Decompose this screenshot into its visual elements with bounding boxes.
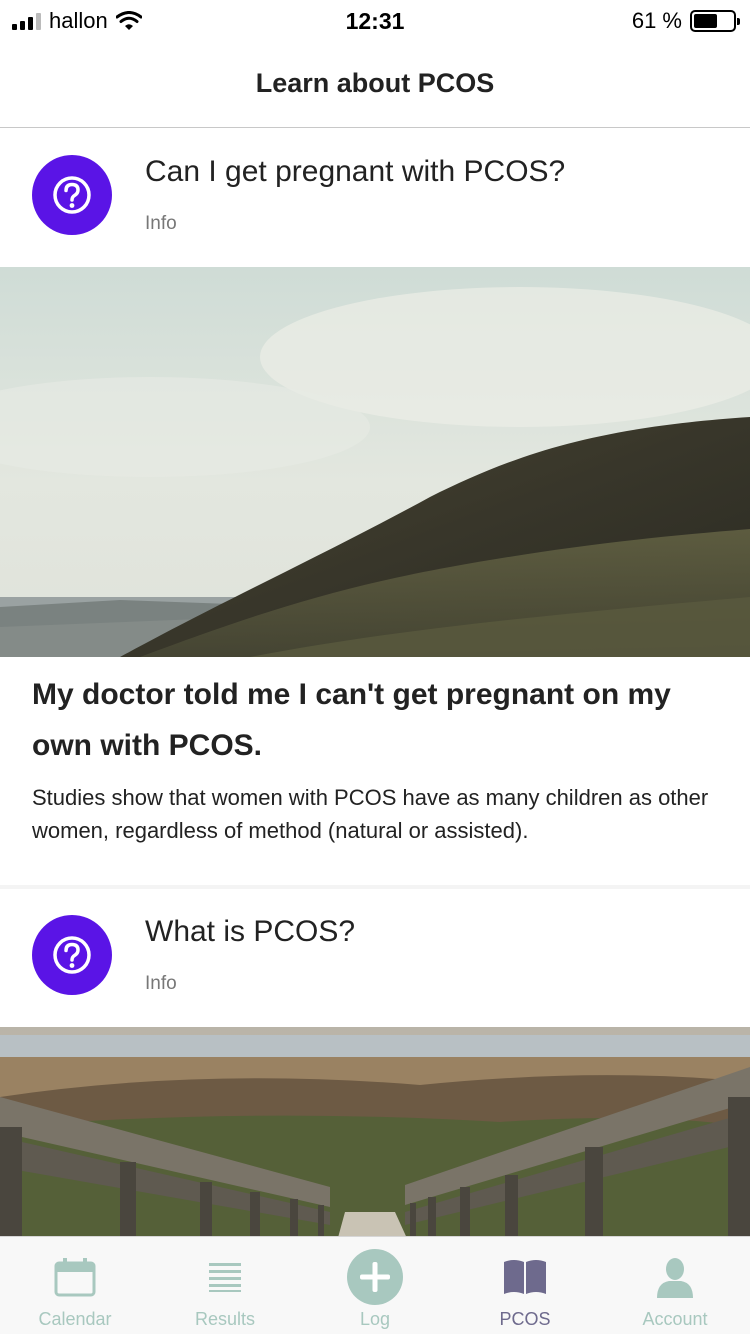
card-header: What is PCOS? Info xyxy=(0,889,750,1027)
article-card[interactable]: Can I get pregnant with PCOS? Info My do… xyxy=(0,129,750,885)
card-headline: My doctor told me I can't get pregnant o… xyxy=(32,678,671,762)
person-icon xyxy=(647,1249,703,1305)
card-body: My doctor told me I can't get pregnant o… xyxy=(0,657,750,885)
hillside-landscape-image xyxy=(0,267,750,657)
tab-calendar[interactable]: Calendar xyxy=(0,1237,150,1334)
tab-account[interactable]: Account xyxy=(600,1237,750,1334)
navigation-bar: Learn about PCOS xyxy=(0,40,750,128)
battery-icon xyxy=(690,10,740,32)
article-feed[interactable]: Can I get pregnant with PCOS? Info My do… xyxy=(0,129,750,1236)
card-title: What is PCOS? xyxy=(145,915,356,948)
card-category: Info xyxy=(145,213,177,234)
card-title: Can I get pregnant with PCOS? xyxy=(145,155,566,188)
question-icon xyxy=(32,915,112,995)
tab-pcos[interactable]: PCOS xyxy=(450,1237,600,1334)
calendar-icon xyxy=(47,1249,103,1305)
tab-results[interactable]: Results xyxy=(150,1237,300,1334)
tab-bar: Calendar Results Log PCOS Account xyxy=(0,1236,750,1334)
boardwalk-marsh-image xyxy=(0,1027,750,1236)
card-text: Studies show that women with PCOS have a… xyxy=(32,785,709,843)
plus-icon xyxy=(347,1249,403,1305)
tab-label: Results xyxy=(194,1309,256,1329)
tab-label: Log xyxy=(359,1309,391,1329)
tab-label: Calendar xyxy=(38,1309,112,1329)
card-category: Info xyxy=(145,973,177,994)
battery-percent: 61 % xyxy=(631,8,682,33)
tab-label: PCOS xyxy=(499,1309,551,1329)
question-icon xyxy=(32,155,112,235)
status-bar: hallon 12:31 61 % xyxy=(0,0,750,40)
card-header: Can I get pregnant with PCOS? Info xyxy=(0,129,750,267)
list-icon xyxy=(197,1249,253,1305)
tab-label: Account xyxy=(642,1309,708,1329)
article-card[interactable]: What is PCOS? Info xyxy=(0,889,750,1236)
tab-log[interactable]: Log xyxy=(300,1237,450,1334)
page-title: Learn about PCOS xyxy=(255,68,495,98)
book-icon xyxy=(497,1249,553,1305)
